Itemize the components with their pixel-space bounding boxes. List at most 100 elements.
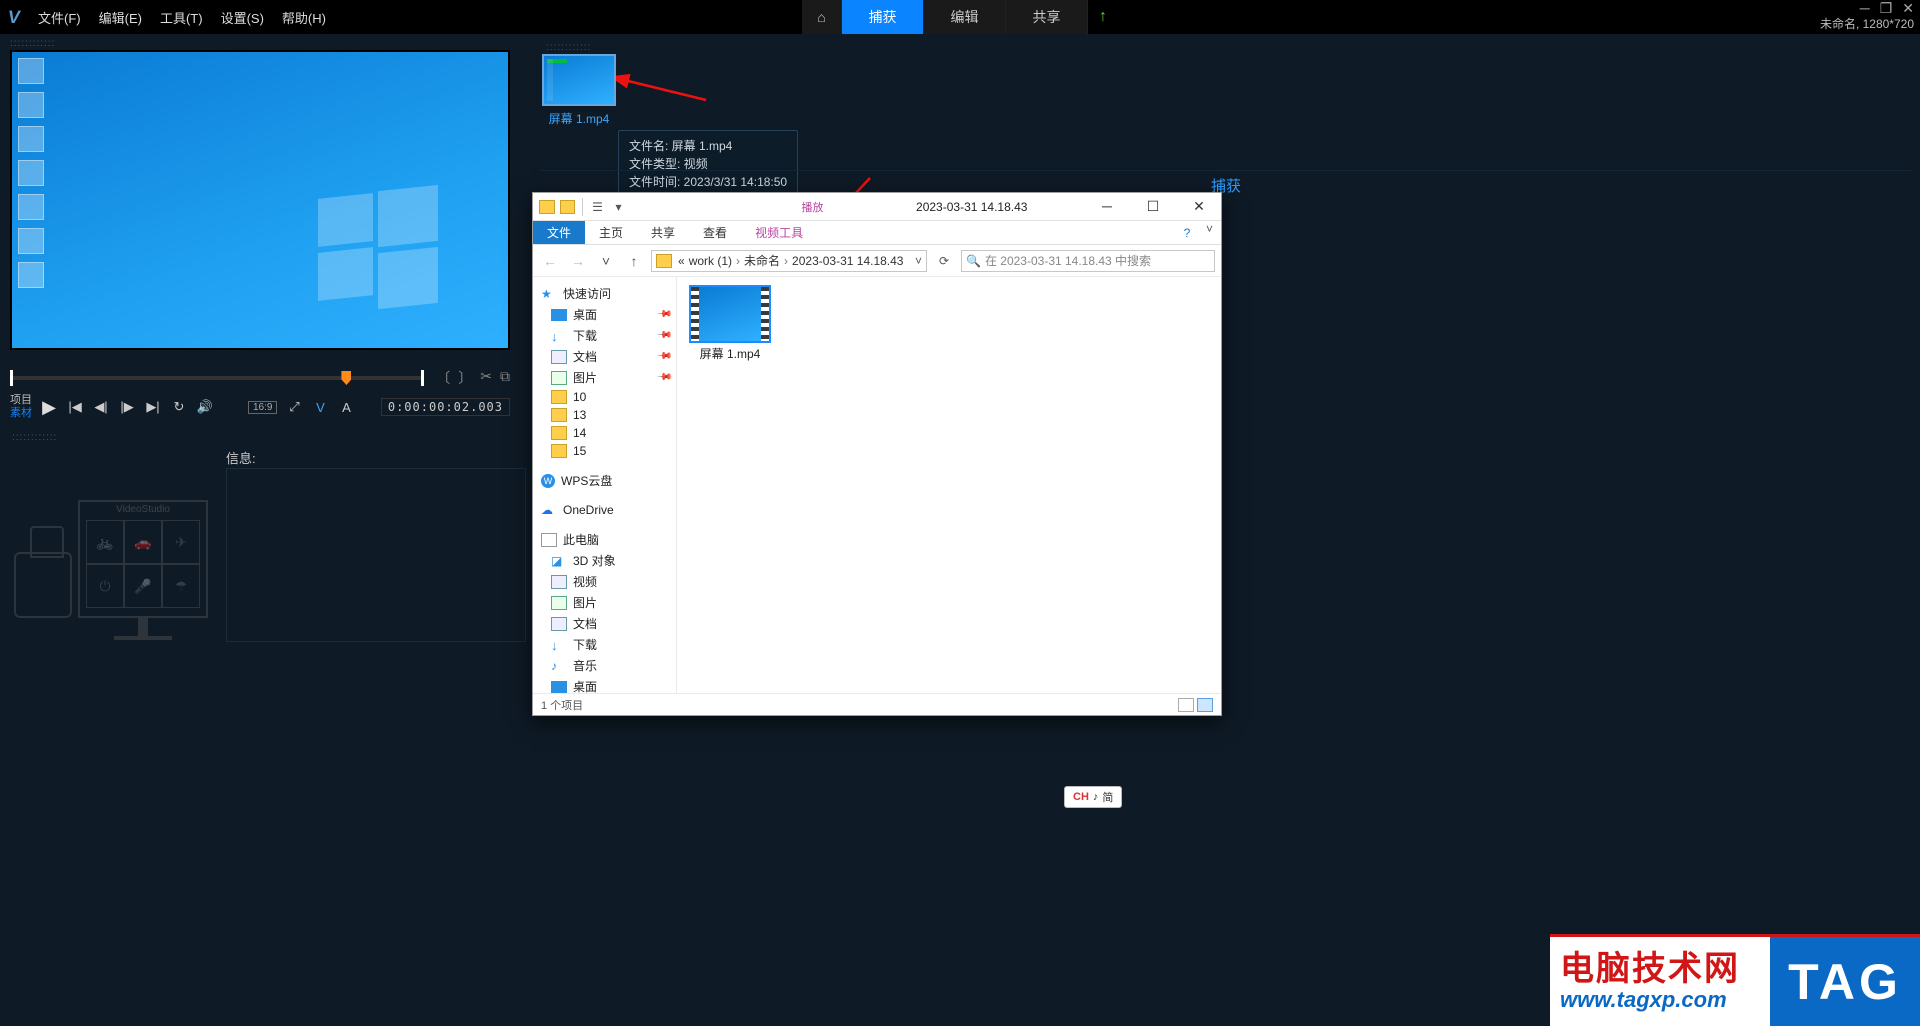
address-dropdown-icon[interactable]: ˅ xyxy=(915,254,922,268)
nav-3d-objects[interactable]: ◪3D 对象 xyxy=(533,550,676,571)
nav-downloads[interactable]: 下载📌 xyxy=(533,325,676,346)
view-details-icon[interactable] xyxy=(1178,698,1194,712)
explorer-titlebar[interactable]: ☰ ▾ 播放 2023-03-31 14.18.43 ─ ☐ ✕ xyxy=(533,193,1221,221)
mark-in-icon[interactable]: 〔 xyxy=(436,368,450,388)
crumb-untitled[interactable]: 未命名 xyxy=(744,252,780,269)
loop-button[interactable]: ↻ xyxy=(170,398,188,416)
explorer-nav-pane[interactable]: ★快速访问 桌面📌 下载📌 文档📌 图片📌 10 13 14 15 WWPS云盘… xyxy=(533,277,677,693)
nav-folder-15[interactable]: 15 xyxy=(533,442,676,460)
ribbon-tab-share[interactable]: 共享 xyxy=(637,221,689,244)
crumb-work[interactable]: work (1) xyxy=(689,254,732,268)
explorer-minimize-icon[interactable]: ─ xyxy=(1091,198,1123,215)
refresh-icon[interactable]: ⟳ xyxy=(933,254,955,268)
nav-folder-13[interactable]: 13 xyxy=(533,406,676,424)
nav-videos[interactable]: 视频 xyxy=(533,571,676,592)
nav-up-icon[interactable]: ↑ xyxy=(623,253,645,269)
mode-clip-label: 素材 xyxy=(10,407,32,420)
nav-desktop-2[interactable]: 桌面 xyxy=(533,676,676,693)
video-file-icon xyxy=(691,287,769,341)
menu-tools[interactable]: 工具(T) xyxy=(160,8,203,27)
ribbon-help-icon[interactable]: ? xyxy=(1175,221,1199,244)
nav-wps-cloud[interactable]: WWPS云盘 xyxy=(533,470,676,491)
scrubber[interactable] xyxy=(10,376,424,380)
nav-folder-14[interactable]: 14 xyxy=(533,424,676,442)
ime-indicator[interactable]: CH ♪ 简 xyxy=(1064,786,1122,808)
library-grip[interactable]: :::::::::::: xyxy=(540,40,597,55)
nav-quick-access[interactable]: ★快速访问 xyxy=(533,283,676,304)
play-button[interactable]: ▶ xyxy=(40,398,58,416)
explorer-content[interactable]: 屏幕 1.mp4 xyxy=(677,277,1221,693)
nav-this-pc[interactable]: 此电脑 xyxy=(533,529,676,550)
mark-in-handle[interactable] xyxy=(10,370,13,386)
window-controls: ─ ❐ ✕ xyxy=(1860,0,1914,16)
resize-icon[interactable]: ⤢ xyxy=(285,398,303,416)
split-icon[interactable]: ✂ xyxy=(480,368,492,388)
menu-edit[interactable]: 编辑(E) xyxy=(99,8,142,27)
go-end-button[interactable]: ▶| xyxy=(144,398,162,416)
tooltip-filename: 文件名: 屏幕 1.mp4 xyxy=(629,137,787,155)
explorer-close-icon[interactable]: ✕ xyxy=(1183,198,1215,215)
file-item[interactable]: 屏幕 1.mp4 xyxy=(687,287,773,362)
nav-forward-icon[interactable]: → xyxy=(567,253,589,269)
tab-home[interactable]: ⌂ xyxy=(802,0,842,34)
explorer-status-bar: 1 个项目 xyxy=(533,693,1221,715)
ribbon-tab-home[interactable]: 主页 xyxy=(585,221,637,244)
ime-lang: CH xyxy=(1073,791,1089,803)
ribbon-tab-view[interactable]: 查看 xyxy=(689,221,741,244)
panel-grip-2[interactable]: :::::::::::: xyxy=(6,430,63,445)
app-titlebar: V 文件(F) 编辑(E) 工具(T) 设置(S) 帮助(H) ⌂ 捕获 编辑 … xyxy=(0,0,1920,34)
folder-icon xyxy=(539,200,555,214)
watermark-tag: TAG xyxy=(1770,937,1920,1026)
tab-capture[interactable]: 捕获 xyxy=(842,0,924,34)
nav-back-icon[interactable]: ← xyxy=(539,253,561,269)
qat-dropdown-icon[interactable]: ▾ xyxy=(611,199,626,214)
info-box xyxy=(226,468,526,642)
videostudio-text: VideoStudio xyxy=(80,504,206,515)
crumb-overflow[interactable]: « xyxy=(678,254,685,268)
timecode-display[interactable]: 0:00:00:02.003 xyxy=(381,398,510,416)
playback-mode[interactable]: 项目 素材 xyxy=(10,394,32,420)
contextual-tab-header: 播放 xyxy=(783,199,843,215)
nav-folder-10[interactable]: 10 xyxy=(533,388,676,406)
address-bar[interactable]: « work (1)› 未命名› 2023-03-31 14.18.43 ˅ xyxy=(651,250,927,272)
ribbon-tab-file[interactable]: 文件 xyxy=(533,221,585,244)
nav-pictures-2[interactable]: 图片 xyxy=(533,592,676,613)
qat-properties-icon[interactable]: ☰ xyxy=(590,199,605,214)
menu-help[interactable]: 帮助(H) xyxy=(282,8,326,27)
upload-icon[interactable]: ↑ xyxy=(1088,0,1118,34)
aspect-ratio[interactable]: 16:9 xyxy=(248,401,277,414)
explorer-search-input[interactable]: 🔍 在 2023-03-31 14.18.43 中搜索 xyxy=(961,250,1215,272)
ribbon-expand-icon[interactable]: ˅ xyxy=(1202,221,1217,236)
menu-settings[interactable]: 设置(S) xyxy=(221,8,264,27)
mark-out-handle[interactable] xyxy=(421,370,424,386)
panel-grip[interactable]: :::::::::::: xyxy=(4,36,61,51)
next-frame-button[interactable]: |▶ xyxy=(118,398,136,416)
watermark-title: 电脑技术网 xyxy=(1560,951,1770,987)
crumb-date[interactable]: 2023-03-31 14.18.43 xyxy=(792,254,903,268)
prev-frame-button[interactable]: ◀| xyxy=(92,398,110,416)
nav-documents[interactable]: 文档📌 xyxy=(533,346,676,367)
ribbon-tab-video-tools[interactable]: 视频工具 xyxy=(741,221,817,244)
explorer-maximize-icon[interactable]: ☐ xyxy=(1137,198,1169,215)
nav-downloads-2[interactable]: 下载 xyxy=(533,634,676,655)
playhead[interactable] xyxy=(341,371,351,385)
view-large-icons-icon[interactable] xyxy=(1197,698,1213,712)
nav-pictures[interactable]: 图片📌 xyxy=(533,367,676,388)
nav-desktop[interactable]: 桌面📌 xyxy=(533,304,676,325)
app-logo: V xyxy=(6,7,22,28)
menu-file[interactable]: 文件(F) xyxy=(38,8,81,27)
minimize-icon[interactable]: ─ xyxy=(1860,0,1870,16)
volume-button[interactable]: 🔊 xyxy=(196,398,214,416)
tab-share[interactable]: 共享 xyxy=(1006,0,1088,34)
nav-onedrive[interactable]: ☁OneDrive xyxy=(533,501,676,519)
preview-screen[interactable] xyxy=(10,50,510,350)
nav-documents-2[interactable]: 文档 xyxy=(533,613,676,634)
nav-music[interactable]: ♪音乐 xyxy=(533,655,676,676)
qat-folder-icon[interactable] xyxy=(560,199,575,214)
library-thumb[interactable]: 屏幕 1.mp4 xyxy=(540,54,618,127)
snapshot-icon[interactable]: ⧉ xyxy=(500,368,510,388)
go-start-button[interactable]: |◀ xyxy=(66,398,84,416)
nav-recent-icon[interactable]: ˅ xyxy=(595,253,617,269)
mark-out-icon[interactable]: 〕 xyxy=(458,368,472,388)
tab-edit[interactable]: 编辑 xyxy=(924,0,1006,34)
